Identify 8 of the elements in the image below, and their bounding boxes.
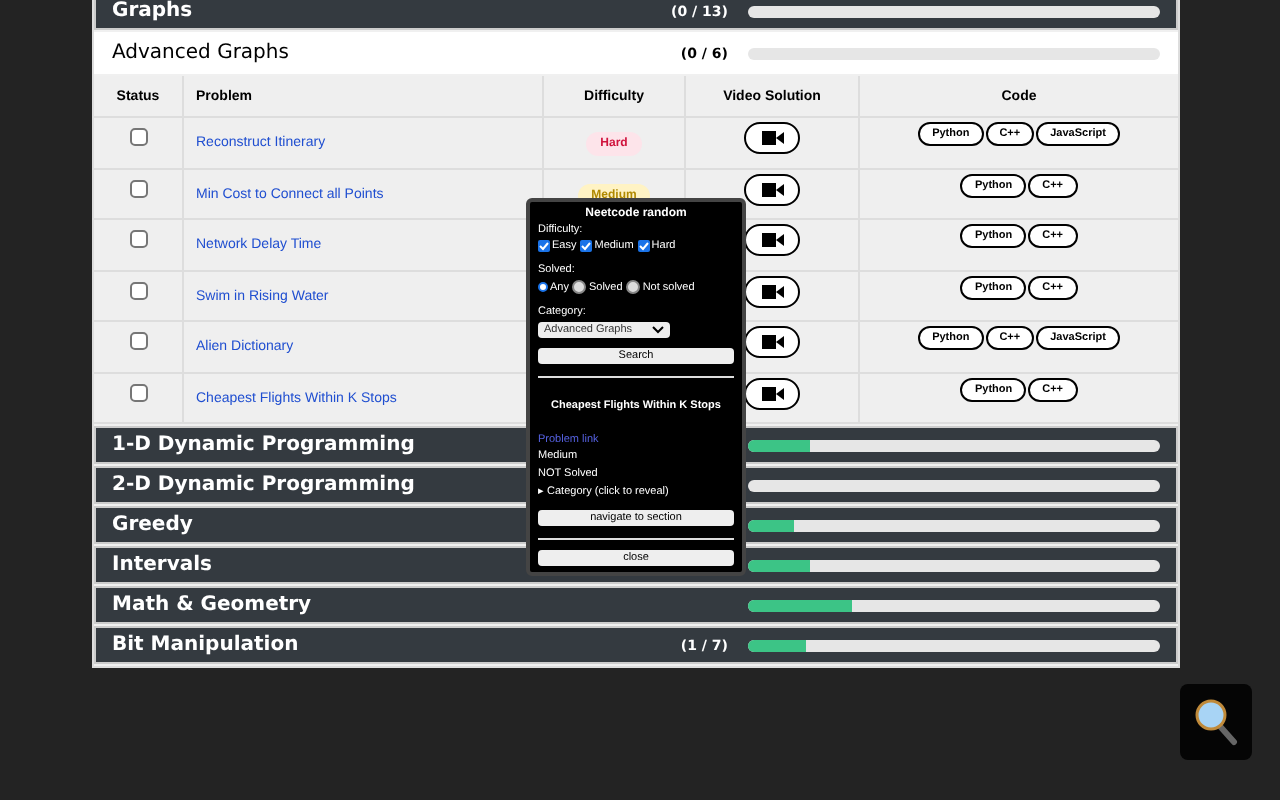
section-title: Math & Geometry bbox=[112, 594, 312, 616]
section-title: Bit Manipulation bbox=[112, 634, 299, 656]
section-title: 2-D Dynamic Programming bbox=[112, 474, 415, 496]
section-title: Greedy bbox=[112, 514, 193, 536]
section-title: Intervals bbox=[112, 554, 212, 576]
section-title: Advanced Graphs bbox=[112, 42, 289, 64]
section-title: Graphs bbox=[112, 0, 193, 22]
section-title: 1-D Dynamic Programming bbox=[112, 434, 415, 456]
